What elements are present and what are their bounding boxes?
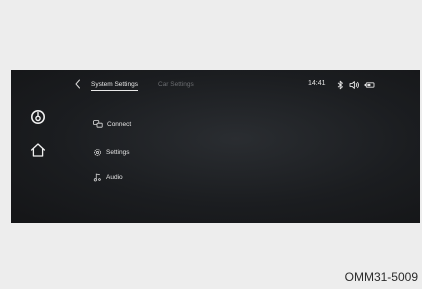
gear-icon (94, 148, 101, 156)
back-button[interactable] (73, 78, 83, 90)
bluetooth-icon (337, 80, 343, 90)
power-icon[interactable] (30, 109, 46, 125)
menu-item-settings[interactable]: Settings (93, 146, 130, 158)
music-note-icon (93, 173, 101, 181)
active-tab-underline (91, 90, 138, 91)
connect-icon (93, 120, 103, 128)
tab-system-settings[interactable]: System Settings (91, 81, 138, 91)
menu-item-audio[interactable]: Audio (93, 171, 123, 183)
menu-item-audio-label: Audio (106, 173, 123, 181)
battery-icon (364, 82, 375, 88)
tab-car-settings-label: Car Settings (158, 81, 194, 88)
clock: 14:41 (308, 80, 326, 87)
chevron-left-icon (75, 79, 80, 89)
volume-icon (349, 81, 359, 89)
tab-system-settings-label: System Settings (91, 81, 138, 88)
tab-car-settings[interactable]: Car Settings (158, 81, 194, 88)
figure-code: OMM31-5009 (344, 270, 418, 284)
menu-item-connect[interactable]: Connect (93, 118, 131, 130)
home-icon[interactable] (30, 142, 46, 158)
menu-item-settings-label: Settings (106, 148, 130, 156)
infotainment-screen: System Settings Car Settings 14:41 Conne… (11, 70, 420, 223)
menu-item-connect-label: Connect (107, 120, 132, 128)
